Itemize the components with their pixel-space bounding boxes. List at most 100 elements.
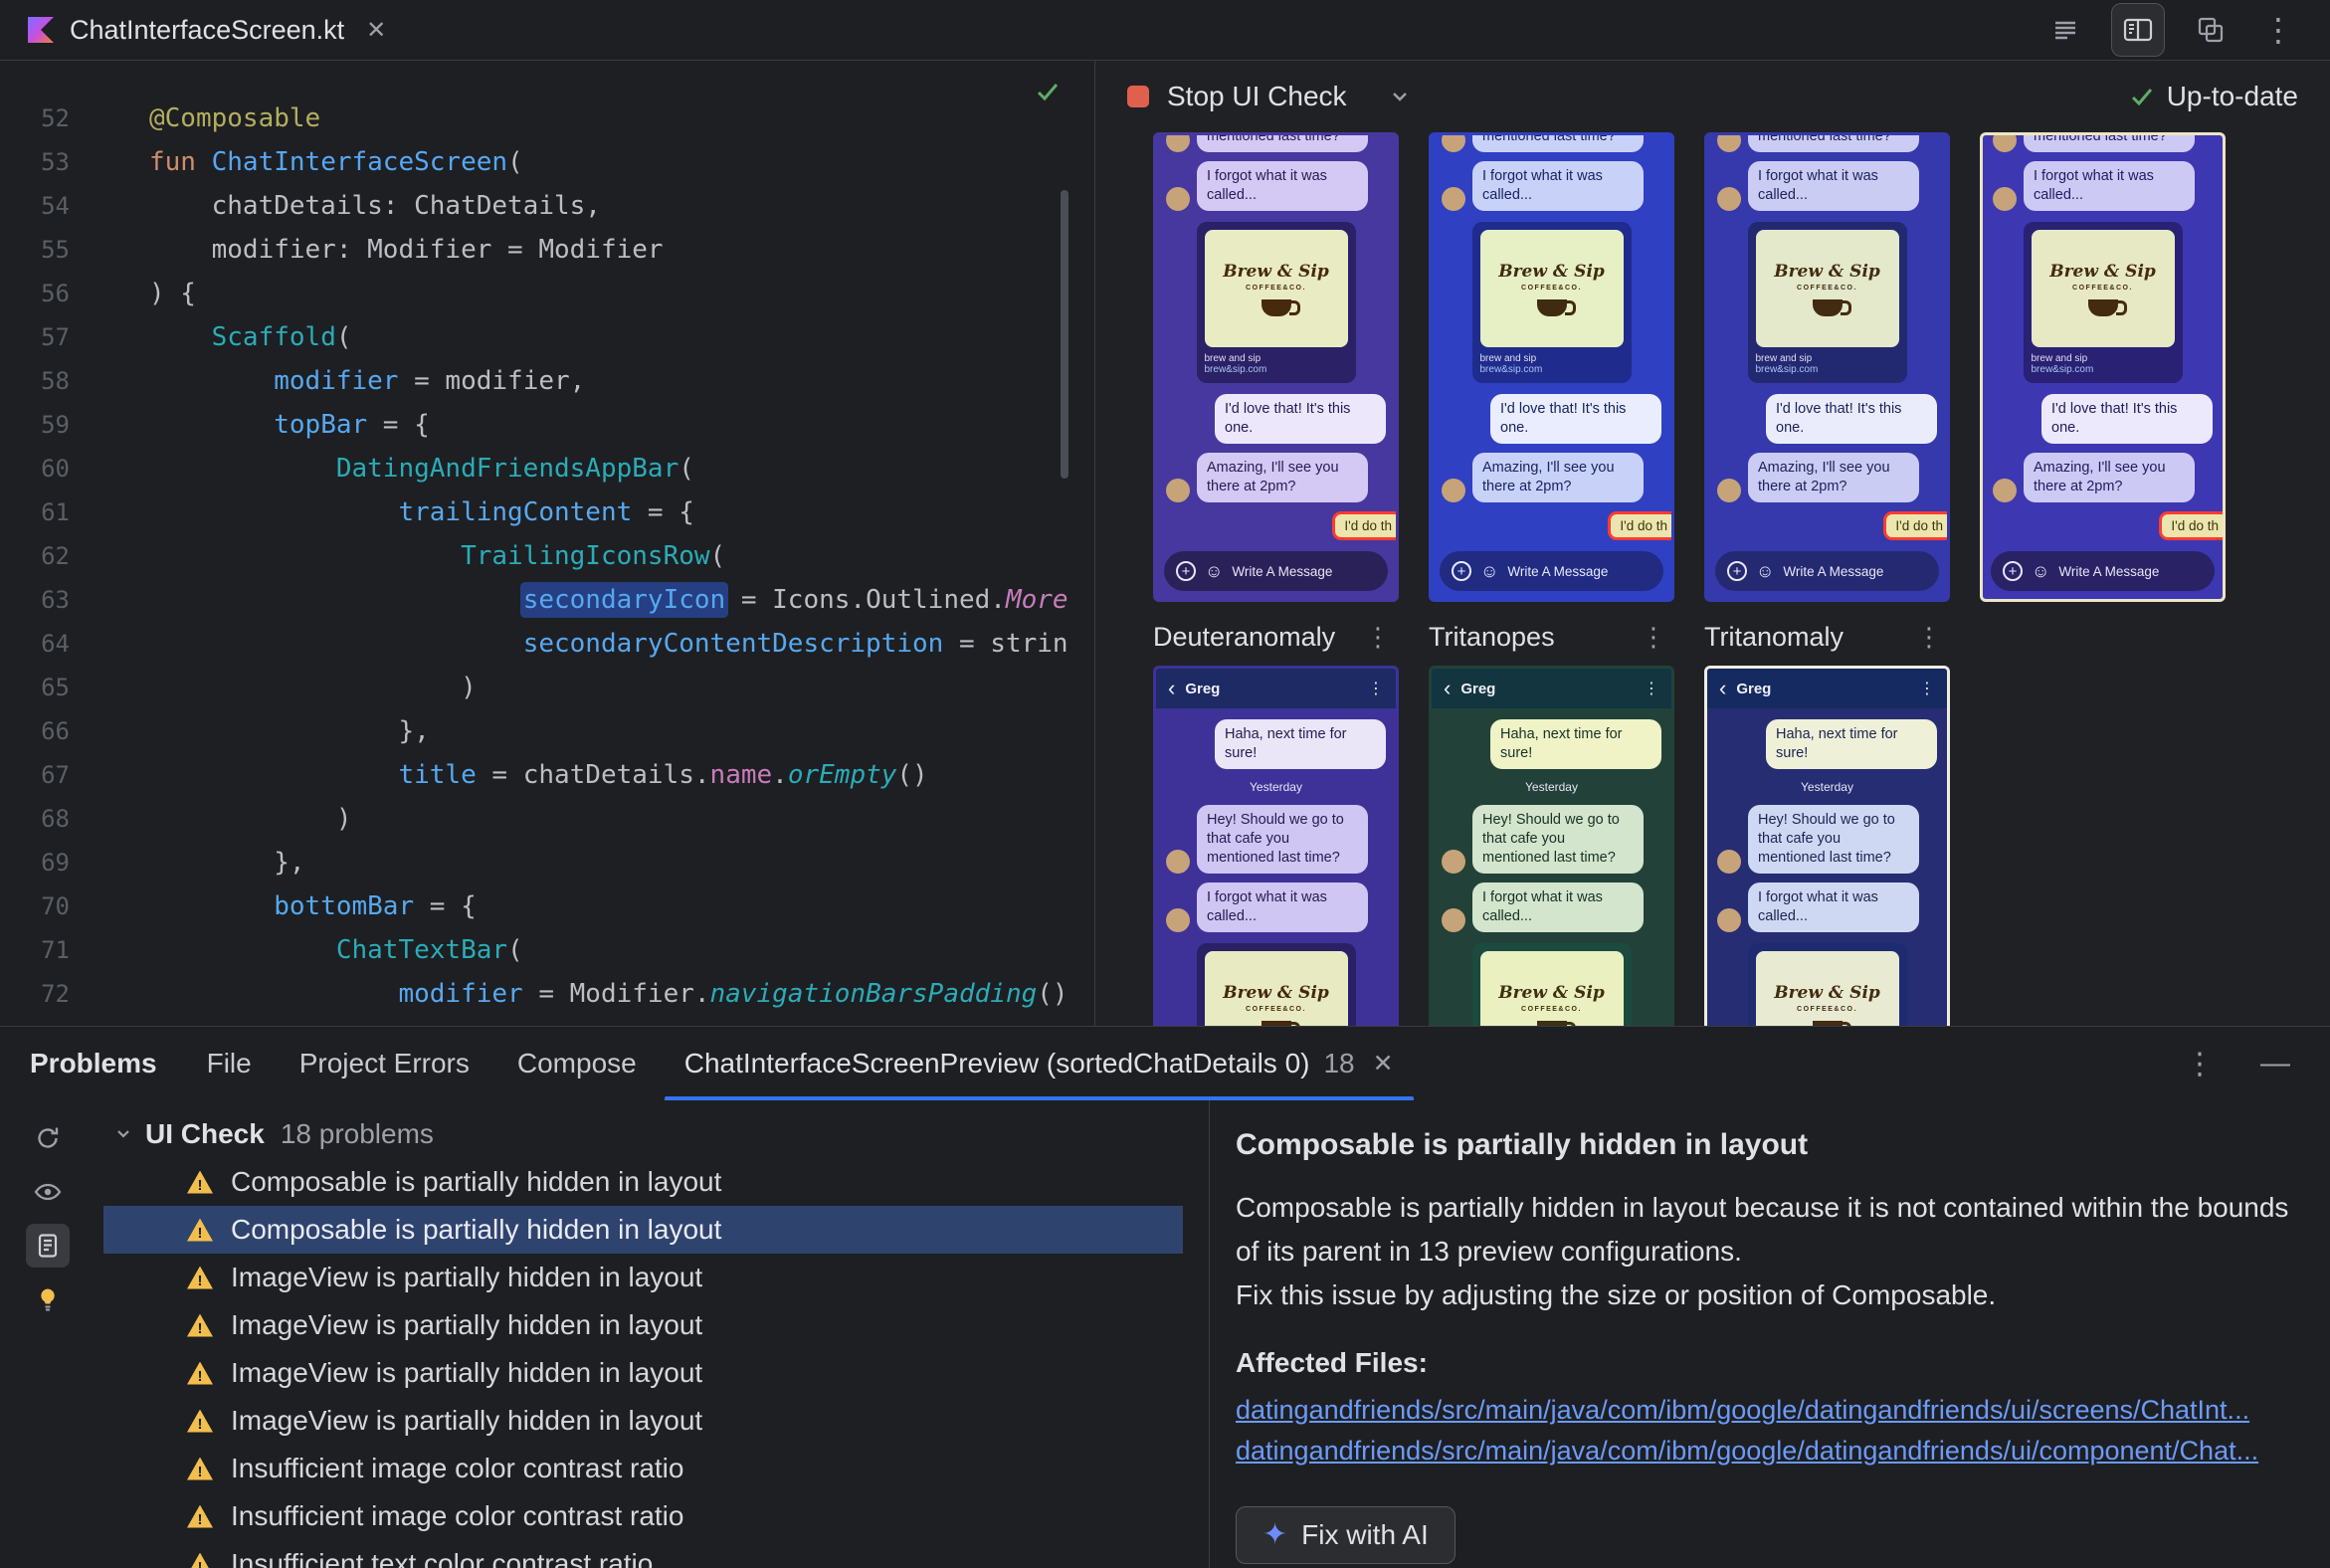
code-text[interactable]: bottomBar = {	[149, 884, 477, 928]
code-text[interactable]: TrailingIconsRow(	[149, 534, 725, 578]
code-text[interactable]: topBar = {	[149, 403, 430, 447]
code-line[interactable]: 57 Scaffold(	[0, 315, 1094, 359]
add-icon[interactable]: +	[1176, 561, 1196, 581]
split-editor-toggle-icon[interactable]	[2111, 3, 2165, 57]
stop-ui-check-label[interactable]: Stop UI Check	[1167, 81, 1347, 112]
code-line[interactable]: 52 @Composable	[0, 97, 1094, 140]
code-text[interactable]: secondaryIcon = Icons.Outlined.More	[149, 578, 1068, 622]
fix-with-ai-button[interactable]: ✦ Fix with AI	[1236, 1506, 1456, 1564]
tab-chat-interface-preview[interactable]: ChatInterfaceScreenPreview (sortedChatDe…	[661, 1027, 1418, 1100]
kebab-icon[interactable]: ⋮	[1916, 622, 1950, 653]
code-line[interactable]: 55 modifier: Modifier = Modifier	[0, 228, 1094, 272]
preview-phone[interactable]: Hey! Should we go to that cafe you menti…	[1153, 132, 1399, 602]
message-input-bar[interactable]: + ☺ Write A Message	[1715, 551, 1939, 591]
code-line[interactable]: 70 bottomBar = {	[0, 884, 1094, 928]
code-text[interactable]: Scaffold(	[149, 315, 352, 359]
code-text[interactable]: },	[149, 709, 429, 753]
preview-eye-icon[interactable]	[26, 1170, 70, 1214]
preview-phone[interactable]: ‹ Greg ⋮ Haha, next time for sure! Yesterday…	[1153, 666, 1399, 1026]
file-tab[interactable]: ChatInterfaceScreen.kt ✕	[0, 0, 414, 60]
kebab-icon[interactable]: ⋮	[1368, 679, 1384, 698]
code-line[interactable]: 65 )	[0, 666, 1094, 709]
code-text[interactable]: ChatTextBar(	[149, 928, 523, 972]
editor-scrollbar[interactable]	[1061, 190, 1068, 479]
message-input-bar[interactable]: + ☺ Write A Message	[1164, 551, 1388, 591]
stop-icon[interactable]	[1127, 86, 1149, 107]
kebab-icon[interactable]: ⋮	[1644, 679, 1659, 698]
report-view-icon[interactable]	[26, 1224, 70, 1268]
code-line[interactable]: 59 topBar = {	[0, 403, 1094, 447]
refresh-icon[interactable]	[26, 1116, 70, 1160]
code-text[interactable]: @Composable	[149, 97, 320, 140]
code-text[interactable]: )	[149, 797, 352, 841]
problem-item[interactable]: ! Composable is partially hidden in layou…	[103, 1206, 1183, 1254]
problem-item[interactable]: ! ImageView is partially hidden in layout	[103, 1254, 1183, 1301]
code-text[interactable]: modifier: Modifier = Modifier	[149, 228, 664, 272]
emoji-icon[interactable]: ☺	[1480, 562, 1498, 580]
code-text[interactable]: fun ChatInterfaceScreen(	[149, 140, 523, 184]
code-editor[interactable]: 52 @Composable 53 fun ChatInterfaceScreen(5…	[0, 61, 1095, 1026]
kebab-icon[interactable]: ⋮	[1919, 679, 1935, 698]
code-line[interactable]: 56) {	[0, 272, 1094, 315]
chevron-down-icon[interactable]	[1389, 86, 1411, 107]
preview-phone[interactable]: Hey! Should we go to that cafe you menti…	[1980, 132, 2226, 602]
lightbulb-icon[interactable]	[26, 1277, 70, 1321]
emoji-icon[interactable]: ☺	[2032, 562, 2049, 580]
tab-close-icon[interactable]: ✕	[366, 16, 386, 45]
panel-options-kebab-icon[interactable]: ⋮	[2185, 1047, 2215, 1081]
problems-tab[interactable]: File	[183, 1027, 276, 1100]
code-line[interactable]: 68 )	[0, 797, 1094, 841]
affected-file-link[interactable]: datingandfriends/src/main/java/com/ibm/g…	[1236, 1436, 2258, 1467]
code-text[interactable]: )	[149, 666, 477, 709]
back-icon[interactable]: ‹	[1444, 678, 1451, 699]
code-line[interactable]: 72 modifier = Modifier.navigationBarsPad…	[0, 972, 1094, 1016]
code-text[interactable]: },	[149, 841, 304, 884]
kebab-icon[interactable]: ⋮	[1365, 622, 1399, 653]
problem-item[interactable]: ! Composable is partially hidden in layou…	[103, 1158, 1183, 1206]
list-view-icon[interactable]	[2049, 14, 2081, 46]
code-line[interactable]: 66 },	[0, 709, 1094, 753]
float-preview-icon[interactable]	[2195, 14, 2227, 46]
preview-phone[interactable]: ‹ Greg ⋮ Haha, next time for sure! Yesterday…	[1429, 666, 1674, 1026]
message-input-bar[interactable]: + ☺ Write A Message	[1440, 551, 1663, 591]
message-input-bar[interactable]: + ☺ Write A Message	[1991, 551, 2215, 591]
code-text[interactable]: ) {	[149, 272, 196, 315]
affected-file-link[interactable]: datingandfriends/src/main/java/com/ibm/g…	[1236, 1395, 2249, 1426]
code-text[interactable]: secondaryContentDescription = strin	[149, 622, 1068, 666]
code-line[interactable]: 61 trailingContent = {	[0, 490, 1094, 534]
problems-tab[interactable]: Project Errors	[276, 1027, 493, 1100]
code-line[interactable]: 58 modifier = modifier,	[0, 359, 1094, 403]
code-text[interactable]: onAddClick =	[149, 1016, 601, 1026]
back-icon[interactable]: ‹	[1719, 678, 1726, 699]
code-line[interactable]: 69 },	[0, 841, 1094, 884]
editor-options-kebab-icon[interactable]: ⋮	[2256, 11, 2300, 49]
emoji-icon[interactable]: ☺	[1756, 562, 1774, 580]
problem-item[interactable]: ! Insufficient image color contrast ratio	[103, 1492, 1183, 1540]
problem-item[interactable]: ! ImageView is partially hidden in layout	[103, 1349, 1183, 1397]
problem-item[interactable]: ! ImageView is partially hidden in layout	[103, 1301, 1183, 1349]
problems-tool-title[interactable]: Problems	[0, 1048, 183, 1079]
code-text[interactable]: trailingContent = {	[149, 490, 693, 534]
kebab-icon[interactable]: ⋮	[1641, 622, 1674, 653]
preview-phone[interactable]: Hey! Should we go to that cafe you menti…	[1429, 132, 1674, 602]
code-line[interactable]: 73 onAddClick =	[0, 1016, 1094, 1026]
code-line[interactable]: 67 title = chatDetails.name.orEmpty()	[0, 753, 1094, 797]
problem-item[interactable]: ! ImageView is partially hidden in layout	[103, 1397, 1183, 1445]
code-text[interactable]: title = chatDetails.name.orEmpty()	[149, 753, 927, 797]
inspections-ok-icon[interactable]	[1035, 79, 1061, 109]
code-line[interactable]: 60 DatingAndFriendsAppBar(	[0, 447, 1094, 490]
code-line[interactable]: 53 fun ChatInterfaceScreen(	[0, 140, 1094, 184]
problems-group-header[interactable]: UI Check 18 problems	[96, 1110, 1209, 1158]
code-line[interactable]: 64 secondaryContentDescription = strin	[0, 622, 1094, 666]
code-text[interactable]: chatDetails: ChatDetails,	[149, 184, 601, 228]
code-text[interactable]: modifier = Modifier.navigationBarsPaddin…	[149, 972, 1068, 1016]
code-text[interactable]: DatingAndFriendsAppBar(	[149, 447, 694, 490]
code-text[interactable]: modifier = modifier,	[149, 359, 585, 403]
code-line[interactable]: 62 TrailingIconsRow(	[0, 534, 1094, 578]
code-line[interactable]: 54 chatDetails: ChatDetails,	[0, 184, 1094, 228]
add-icon[interactable]: +	[1452, 561, 1471, 581]
add-icon[interactable]: +	[2003, 561, 2023, 581]
problem-item[interactable]: ! Insufficient text color contrast ratio	[103, 1540, 1183, 1568]
add-icon[interactable]: +	[1727, 561, 1747, 581]
preview-phone[interactable]: Hey! Should we go to that cafe you menti…	[1704, 132, 1950, 602]
